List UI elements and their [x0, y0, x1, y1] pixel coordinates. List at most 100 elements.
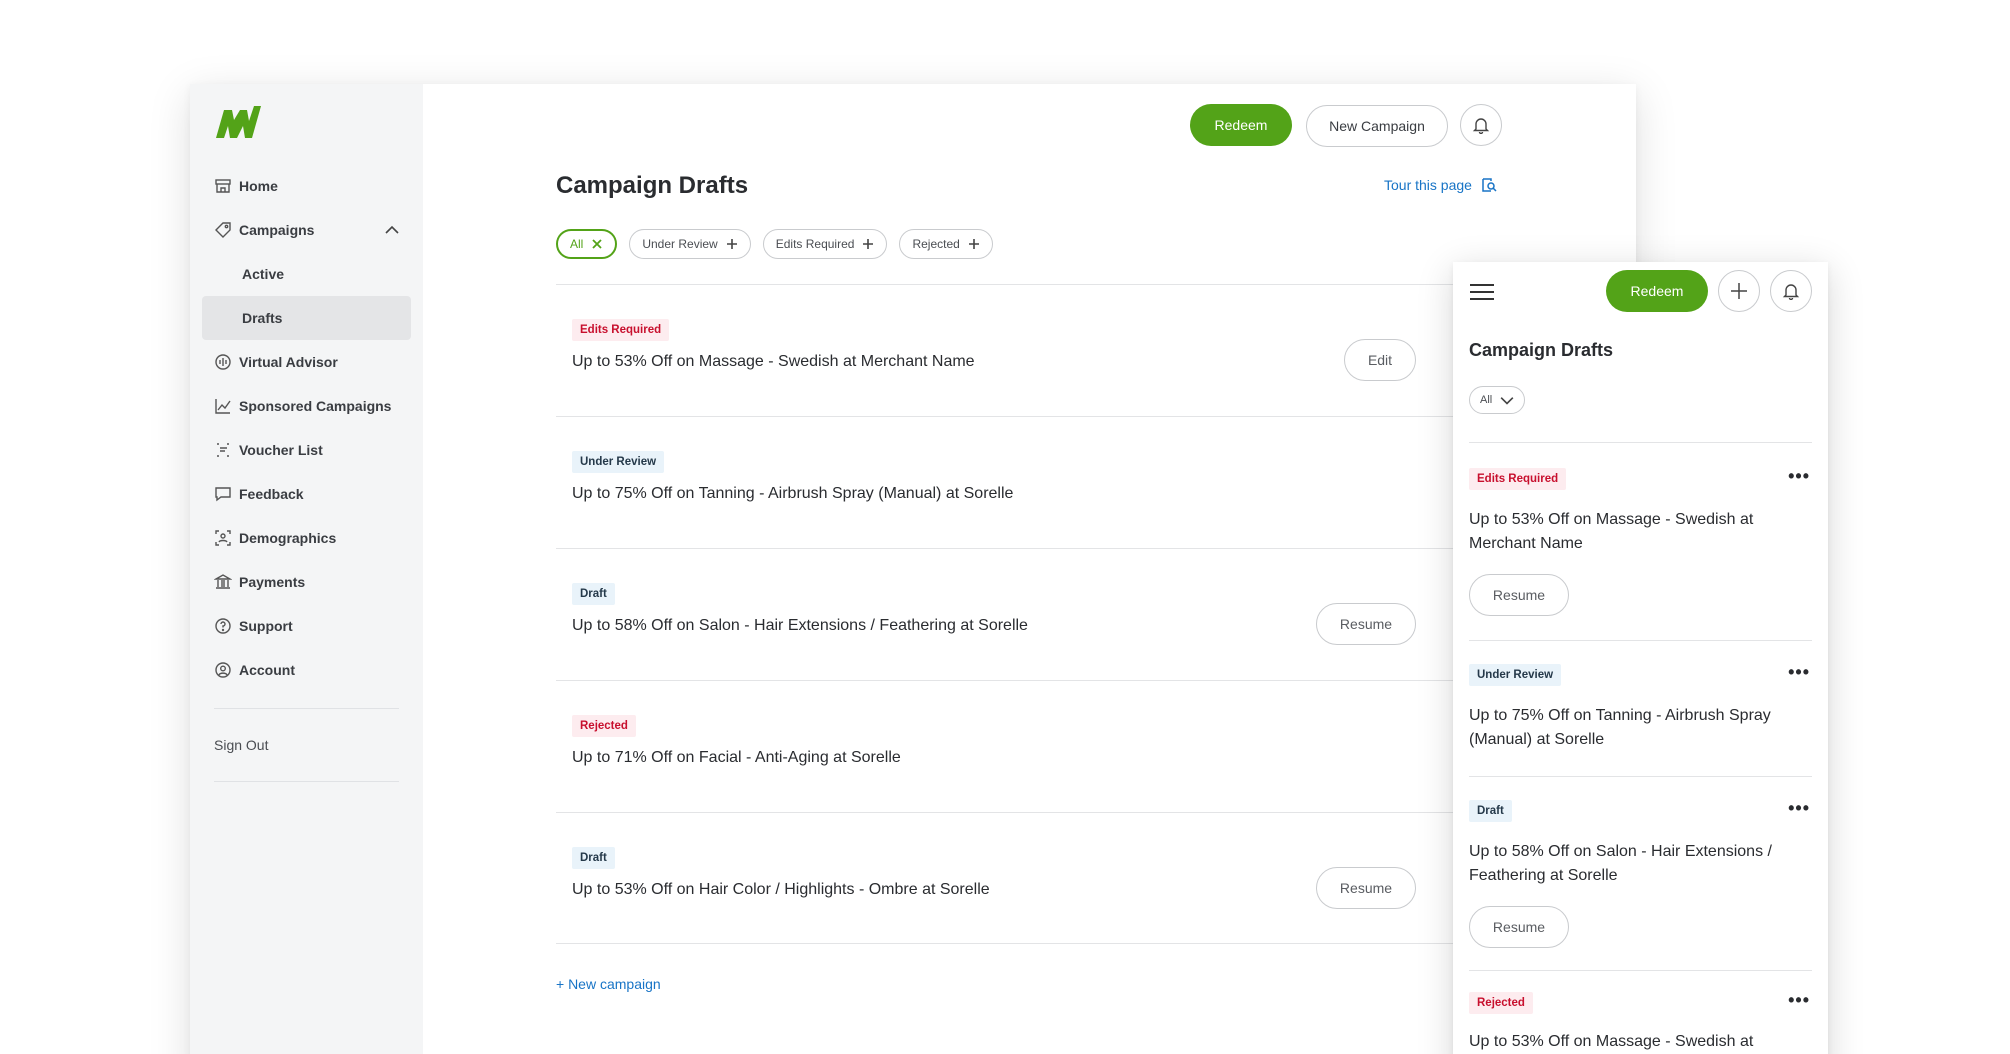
plus-icon [863, 239, 874, 249]
filter-chips: All Under Review Edits Required Rejected [556, 229, 993, 259]
filter-chip-edits-required[interactable]: Edits Required [762, 229, 888, 259]
more-options-icon[interactable]: ••• [1788, 990, 1810, 1011]
chip-label: Rejected [912, 237, 960, 251]
more-options-icon[interactable]: ••• [1788, 466, 1810, 487]
bell-icon [1472, 118, 1490, 134]
store-icon [214, 177, 232, 195]
resume-button[interactable]: Resume [1316, 603, 1416, 645]
add-button[interactable] [1718, 270, 1760, 312]
divider [214, 781, 399, 782]
status-badge: Under Review [572, 451, 665, 473]
hamburger-menu-icon[interactable] [1469, 282, 1495, 302]
new-campaign-link[interactable]: + New campaign [556, 976, 661, 992]
sidebar-item-label: Sponsored Campaigns [239, 398, 392, 414]
campaign-title[interactable]: Up to 75% Off on Tanning - Airbrush Spra… [1469, 704, 1789, 752]
campaign-title[interactable]: Up to 71% Off on Facial - Anti-Aging at … [572, 749, 901, 767]
resume-button[interactable]: Resume [1469, 574, 1569, 616]
page-title: Campaign Drafts [556, 172, 749, 199]
divider [214, 708, 399, 709]
chevron-up-icon[interactable] [383, 221, 401, 239]
page-title: Campaign Drafts [1469, 340, 1614, 360]
sidebar-item-home[interactable]: Home [190, 164, 423, 208]
campaign-row[interactable]: Draft Up to 58% Off on Salon - Hair Exte… [556, 548, 1456, 680]
resume-button[interactable]: Resume [1469, 906, 1569, 948]
sidebar-item-label: Campaigns [239, 222, 315, 238]
campaign-row[interactable]: Under Review Up to 75% Off on Tanning - … [556, 416, 1456, 548]
filter-chip-all[interactable]: All [556, 229, 618, 259]
sidebar-item-account[interactable]: Account [190, 648, 423, 692]
notifications-button[interactable] [1770, 270, 1812, 312]
status-badge: Draft [1469, 800, 1512, 822]
status-badge: Rejected [572, 715, 636, 737]
chevron-down-icon [1500, 397, 1514, 405]
redeem-button[interactable]: Redeem [1606, 270, 1708, 312]
campaign-title[interactable]: Up to 53% Off on Massage - Swedish at Me… [572, 353, 975, 371]
sidebar-item-label: Virtual Advisor [239, 354, 338, 370]
chip-label: Under Review [642, 237, 718, 251]
status-badge: Rejected [1469, 992, 1533, 1014]
comment-icon [214, 485, 232, 503]
edit-button[interactable]: Edit [1344, 339, 1416, 381]
sidebar-item-label: Account [239, 662, 295, 678]
campaign-title[interactable]: Up to 53% Off on Hair Color / Highlights… [572, 881, 990, 899]
sidebar-item-demographics[interactable]: Demographics [190, 516, 423, 560]
sidebar-item-drafts[interactable]: Drafts [202, 296, 411, 340]
sidebar-item-label: Demographics [239, 530, 337, 546]
divider [1469, 640, 1812, 641]
sidebar-item-virtual-advisor[interactable]: Virtual Advisor [190, 340, 423, 384]
divider [1469, 776, 1812, 777]
status-badge: Edits Required [572, 319, 670, 341]
list-icon [214, 441, 232, 459]
chip-label: All [570, 237, 584, 251]
desktop-window: Home Campaigns Active Drafts Virtual Adv… [190, 84, 1636, 1054]
resume-button[interactable]: Resume [1316, 867, 1416, 909]
dropdown-label: All [1480, 394, 1493, 406]
campaign-row[interactable]: Draft Up to 53% Off on Hair Color / High… [556, 812, 1456, 944]
sidebar-item-feedback[interactable]: Feedback [190, 472, 423, 516]
plus-icon [968, 239, 979, 249]
sidebar-item-label: Support [239, 618, 293, 634]
sidebar-item-payments[interactable]: Payments [190, 560, 423, 604]
sidebar-item-label: Active [242, 266, 285, 282]
close-icon[interactable] [591, 238, 603, 250]
divider [1469, 970, 1812, 971]
campaign-row[interactable]: Edits Required Up to 53% Off on Massage … [556, 284, 1456, 416]
filter-dropdown[interactable]: All [1469, 386, 1526, 414]
bell-icon [1782, 284, 1800, 300]
sidebar-item-sponsored-campaigns[interactable]: Sponsored Campaigns [190, 384, 423, 428]
chip-label: Edits Required [775, 237, 855, 251]
redeem-button[interactable]: Redeem [1190, 104, 1292, 146]
plus-icon [726, 239, 737, 249]
sidebar-item-voucher-list[interactable]: Voucher List [190, 428, 423, 472]
more-options-icon[interactable]: ••• [1788, 798, 1810, 819]
campaign-title[interactable]: Up to 58% Off on Salon - Hair Extensions… [1469, 840, 1789, 888]
sidebar-item-active[interactable]: Active [190, 252, 423, 296]
campaign-list: Edits Required Up to 53% Off on Massage … [556, 284, 1456, 944]
advisor-icon [214, 353, 232, 371]
tour-label: Tour this page [1384, 177, 1472, 193]
brand-logo-icon[interactable] [214, 104, 262, 140]
campaign-row[interactable]: Rejected Up to 71% Off on Facial - Anti-… [556, 680, 1456, 812]
sidebar-item-label: Feedback [239, 486, 304, 502]
campaign-title[interactable]: Up to 53% Off on Massage - Swedish at Me… [1469, 508, 1789, 556]
campaign-title[interactable]: Up to 53% Off on Massage - Swedish at [1469, 1030, 1789, 1054]
notifications-button[interactable] [1460, 104, 1502, 146]
sidebar-item-campaigns[interactable]: Campaigns [190, 208, 423, 252]
mobile-panel: Redeem Campaign Drafts All Edits Require… [1453, 262, 1828, 1054]
sign-out-link[interactable]: Sign Out [190, 725, 423, 765]
sidebar-item-support[interactable]: Support [190, 604, 423, 648]
status-badge: Edits Required [1469, 468, 1567, 490]
tour-link[interactable]: Tour this page [1384, 176, 1498, 194]
user-circle-icon [214, 661, 232, 679]
campaign-title[interactable]: Up to 58% Off on Salon - Hair Extensions… [572, 617, 1028, 635]
person-scan-icon [214, 529, 232, 547]
more-options-icon[interactable]: ••• [1788, 662, 1810, 683]
help-icon [214, 617, 232, 635]
campaign-title[interactable]: Up to 75% Off on Tanning - Airbrush Spra… [572, 485, 1013, 503]
chart-icon [214, 397, 232, 415]
sidebar: Home Campaigns Active Drafts Virtual Adv… [190, 84, 423, 1054]
filter-chip-rejected[interactable]: Rejected [899, 229, 993, 259]
filter-chip-under-review[interactable]: Under Review [629, 229, 751, 259]
sidebar-nav: Home Campaigns Active Drafts Virtual Adv… [190, 164, 423, 798]
new-campaign-button[interactable]: New Campaign [1306, 105, 1448, 147]
